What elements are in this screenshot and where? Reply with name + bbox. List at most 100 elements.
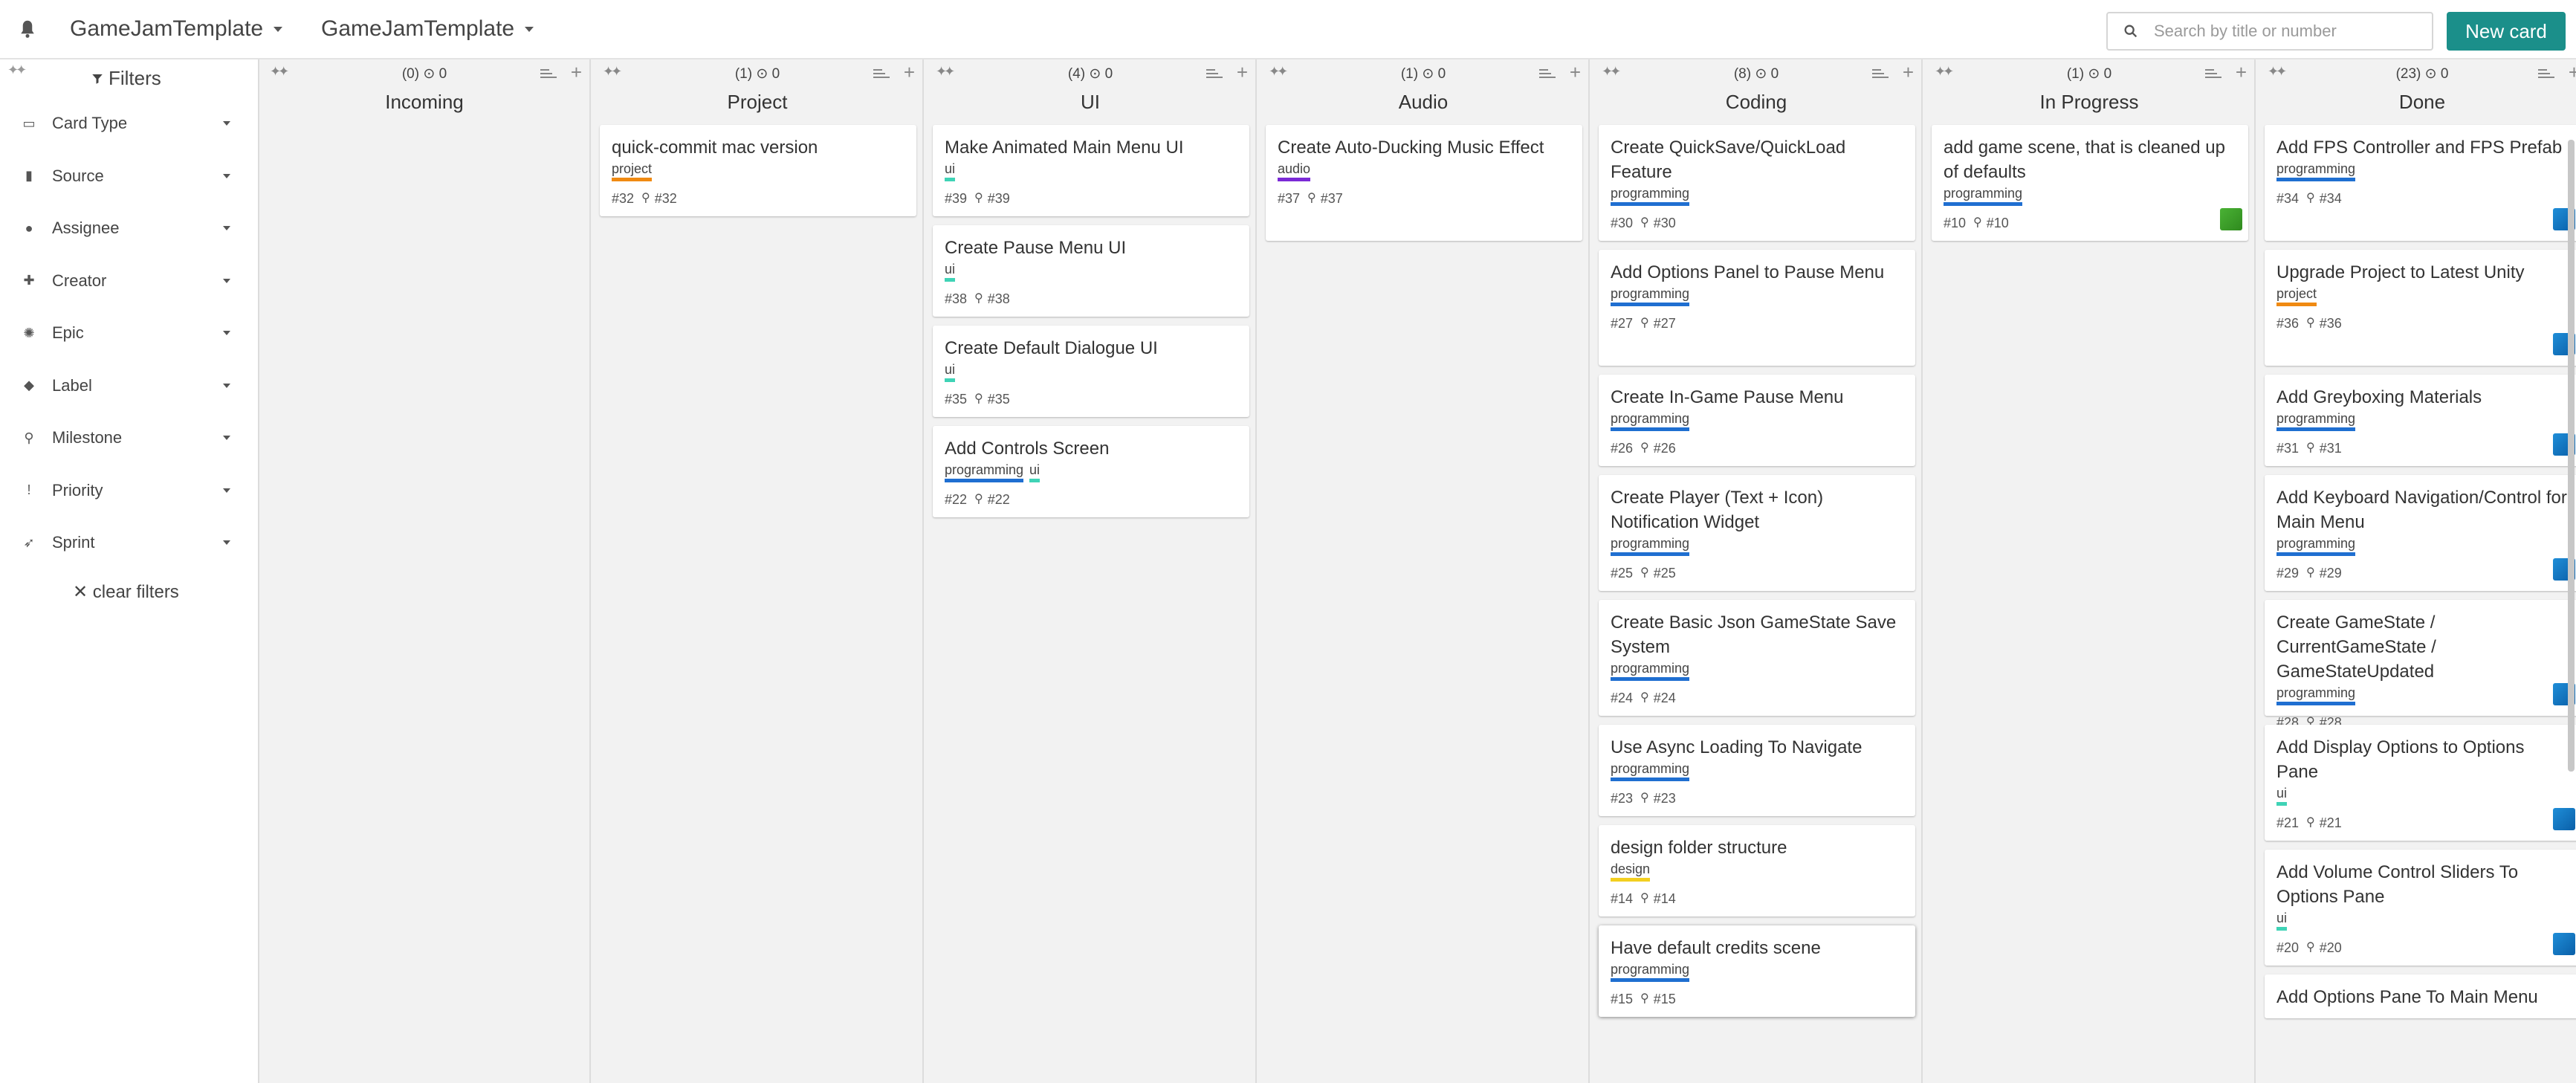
project-selector[interactable]: GameJamTemplate <box>321 16 534 42</box>
issue-card[interactable]: design folder structure design #14 ⚲ #14 <box>1599 825 1915 916</box>
sort-menu-icon[interactable] <box>2538 68 2554 79</box>
sort-menu-icon[interactable] <box>873 68 890 79</box>
search-input[interactable] <box>2152 21 2423 42</box>
label-ui[interactable]: ui <box>945 161 956 181</box>
issue-card[interactable]: Add FPS Controller and FPS Prefab program… <box>2265 125 2576 241</box>
label-programming[interactable]: programming <box>1611 660 1690 681</box>
issue-card[interactable]: Add Display Options to Options Pane ui #21… <box>2265 725 2576 841</box>
label-programming[interactable]: programming <box>1944 185 2023 206</box>
filter-card-type[interactable]: ▭ Card Type <box>21 109 230 138</box>
issue-card[interactable]: Have default credits scene programming #15… <box>1599 925 1915 1017</box>
filter-milestone[interactable]: ⚲ Milestone <box>21 423 230 453</box>
label-project[interactable]: project <box>2276 285 2317 306</box>
issue-card[interactable]: Create Default Dialogue UI ui #35 ⚲ #35 <box>933 326 1249 417</box>
label-text: programming <box>1611 411 1690 426</box>
card-title: Create QuickSave/QuickLoad Feature <box>1611 138 1846 182</box>
label-ui[interactable]: ui <box>2276 785 2288 806</box>
label-programming[interactable]: programming <box>1611 760 1690 781</box>
label-programming[interactable]: programming <box>2276 410 2356 431</box>
clear-filters-button[interactable]: ✕ clear filters <box>73 581 179 603</box>
add-user-icon: ✚ <box>23 273 35 288</box>
issue-card[interactable]: Make Animated Main Menu UI ui #39 ⚲ #39 <box>933 125 1249 216</box>
issue-card[interactable]: Add Volume Control Sliders To Options Pa… <box>2265 850 2576 966</box>
label-ui[interactable]: ui <box>945 361 956 382</box>
issue-card[interactable]: quick-commit mac version project #32 ⚲ #32 <box>600 125 916 216</box>
filter-assignee[interactable]: ● Assignee <box>21 213 230 243</box>
label-programming[interactable]: programming <box>2276 161 2356 181</box>
issue-card[interactable]: Use Async Loading To Navigate programming… <box>1599 725 1915 816</box>
label-programming[interactable]: programming <box>2276 685 2356 705</box>
issue-card[interactable]: Create In-Game Pause Menu programming #26 ⚲… <box>1599 375 1915 466</box>
issue-card[interactable]: Upgrade Project to Latest Unity project #3… <box>2265 250 2576 366</box>
bell-icon[interactable] <box>16 18 39 40</box>
issue-ref: #15 <box>1653 992 1676 1006</box>
close-icon: ✕ <box>73 582 93 602</box>
new-card-button[interactable]: New card <box>2447 12 2566 51</box>
label-design[interactable]: design <box>1611 861 1651 882</box>
issue-ref: #14 <box>1653 891 1676 906</box>
issue-card[interactable]: Create Player (Text + Icon) Notification… <box>1599 475 1915 591</box>
issue-card[interactable]: Add Controls Screen programming ui #22 ⚲ #22 <box>933 426 1249 517</box>
drag-handle-icon[interactable]: ✦✦ <box>7 62 27 78</box>
add-card-icon[interactable]: + <box>904 61 915 84</box>
issue-card[interactable]: Create Basic Json GameState Save System p… <box>1599 600 1915 716</box>
filter-priority[interactable]: ! Priority <box>21 476 230 505</box>
sort-menu-icon[interactable] <box>1206 68 1223 79</box>
sort-menu-icon[interactable] <box>1872 68 1889 79</box>
label-project[interactable]: project <box>612 161 653 181</box>
issue-number: #23 <box>1611 791 1634 806</box>
issue-card[interactable]: Add Options Panel to Pause Menu programmi… <box>1599 250 1915 366</box>
issue-card[interactable]: Add Greyboxing Materials programming #31 ⚲ #… <box>2265 375 2576 466</box>
add-card-icon[interactable]: + <box>1903 61 1914 84</box>
label-color-bar <box>1611 303 1690 306</box>
search-box[interactable] <box>2106 12 2433 51</box>
label-programming[interactable]: programming <box>1611 535 1690 556</box>
issue-card[interactable]: Create Auto-Ducking Music Effect audio #37… <box>1266 125 1582 241</box>
label-color-bar <box>612 178 653 181</box>
issue-card[interactable]: Add Options Pane To Main Menu <box>2265 974 2576 1018</box>
filter-label[interactable]: ◆ Label <box>21 371 230 401</box>
label-programming[interactable]: programming <box>1611 410 1690 431</box>
sort-menu-icon[interactable] <box>540 68 557 79</box>
issue-card[interactable]: add game scene, that is cleaned up of de… <box>1932 125 2248 241</box>
card-labels: programming <box>1611 760 1903 781</box>
sort-menu-icon[interactable] <box>1539 68 1556 79</box>
card-labels: ui <box>2276 785 2569 806</box>
label-ui[interactable]: ui <box>1029 462 1041 482</box>
filter-epic[interactable]: ✺ Epic <box>21 318 230 348</box>
filter-source[interactable]: ▮ Source <box>21 161 230 191</box>
add-card-icon[interactable]: + <box>571 61 582 84</box>
issue-card[interactable]: Create QuickSave/QuickLoad Feature progra… <box>1599 125 1915 241</box>
organization-selector[interactable]: GameJamTemplate <box>70 16 283 42</box>
issue-card[interactable]: Create Pause Menu UI ui #38 ⚲ #38 <box>933 225 1249 317</box>
add-card-icon[interactable]: + <box>2236 61 2247 84</box>
add-card-icon[interactable]: + <box>1570 61 1581 84</box>
filter-creator[interactable]: ✚ Creator <box>21 266 230 296</box>
issue-card[interactable]: Add Keyboard Navigation/Control for Main… <box>2265 475 2576 591</box>
issue-card[interactable]: Create GameState / CurrentGameState / Ga… <box>2265 600 2576 730</box>
label-programming[interactable]: programming <box>1611 285 1690 306</box>
label-color-bar <box>2276 802 2288 806</box>
issue-icon: ⚲ <box>1973 216 1982 229</box>
label-programming[interactable]: programming <box>945 462 1024 482</box>
label-text: ui <box>945 362 956 377</box>
issue-ref: #39 <box>987 191 1010 206</box>
add-card-icon[interactable]: + <box>1237 61 1248 84</box>
filter-sprint[interactable]: ➶ Sprint <box>21 528 230 557</box>
assignee-avatar[interactable] <box>2553 933 2575 955</box>
add-card-icon[interactable]: + <box>2569 61 2576 84</box>
label-ui[interactable]: ui <box>945 261 956 282</box>
issue-number: #21 <box>2276 815 2300 830</box>
scrollbar[interactable] <box>2568 140 2575 772</box>
label-audio[interactable]: audio <box>1278 161 1311 181</box>
label-programming[interactable]: programming <box>1611 961 1690 982</box>
card-meta: #24 ⚲ #24 <box>1611 690 1903 706</box>
sort-menu-icon[interactable] <box>2205 68 2221 79</box>
label-ui[interactable]: ui <box>2276 910 2288 931</box>
label-programming[interactable]: programming <box>2276 535 2356 556</box>
card-labels: programming <box>2276 161 2569 181</box>
assignee-avatar[interactable] <box>2553 808 2575 830</box>
label-programming[interactable]: programming <box>1611 185 1690 206</box>
label-color-bar <box>945 378 956 382</box>
assignee-avatar[interactable] <box>2220 208 2242 230</box>
